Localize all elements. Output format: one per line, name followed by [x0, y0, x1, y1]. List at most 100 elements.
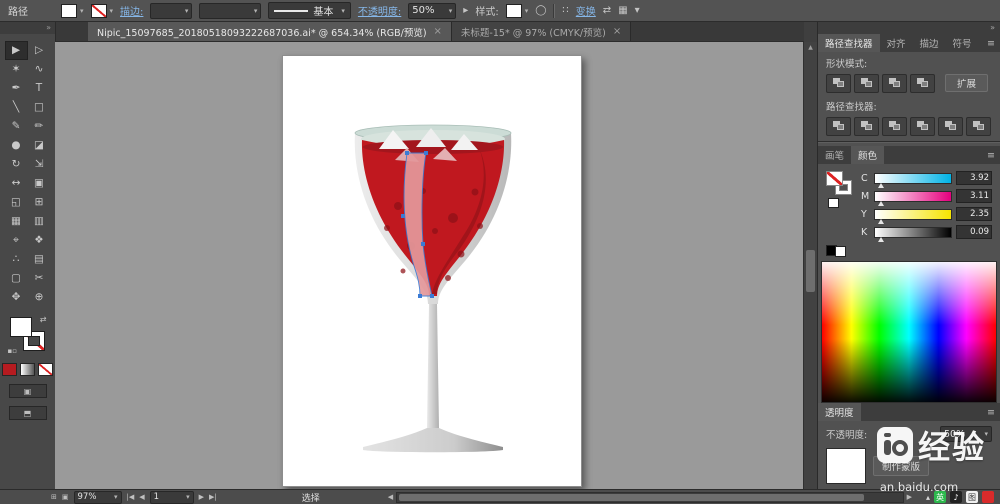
rectangle-tool[interactable]: □	[28, 98, 51, 117]
hand-tool[interactable]: ✥	[5, 288, 28, 307]
next-artboard-icon[interactable]: ▶	[199, 493, 204, 501]
shape-mode-unite[interactable]	[826, 73, 851, 93]
white-swatch[interactable]	[835, 246, 846, 257]
symbol-sprayer-tool[interactable]: ∴	[5, 250, 28, 269]
pathfinder-trim[interactable]	[854, 116, 879, 136]
slider-knob-icon[interactable]	[878, 182, 884, 188]
panel-menu-icon[interactable]: ▾	[635, 5, 640, 16]
blend-tool[interactable]: ❖	[28, 231, 51, 250]
free-transform-tool[interactable]: ▣	[28, 174, 51, 193]
zoom-level-dropdown[interactable]: 97% ▾	[73, 490, 122, 504]
status-grid-icon[interactable]: ⊞	[51, 493, 57, 501]
recolor-artwork-icon[interactable]: ◯	[535, 5, 546, 16]
drawing-mode-button[interactable]: ▣	[8, 384, 47, 398]
document-tab-1[interactable]: Nipic_15097685_20180518093222687036.ai* …	[88, 22, 452, 41]
black-value-field[interactable]: 0.09	[956, 225, 992, 239]
artboard[interactable]	[282, 55, 582, 487]
wine-body[interactable]	[361, 140, 505, 296]
none-button[interactable]	[38, 363, 53, 376]
stroke-panel-link[interactable]: 描边:	[120, 3, 143, 18]
shape-builder-tool[interactable]: ◱	[5, 193, 28, 212]
mesh-tool[interactable]: ▦	[5, 212, 28, 231]
transform-again-icon[interactable]: ⇄	[603, 5, 611, 16]
pencil-tool[interactable]: ✏	[28, 117, 51, 136]
vertical-scrollbar-thumb[interactable]	[806, 250, 815, 292]
slider-knob-icon[interactable]	[878, 236, 884, 242]
scale-tool[interactable]: ⇲	[28, 155, 51, 174]
column-graph-tool[interactable]: ▤	[28, 250, 51, 269]
fill-swatch[interactable]	[9, 317, 32, 337]
tray-sogou-icon[interactable]: 英	[934, 491, 946, 503]
transform-panel-link[interactable]: 变换	[576, 3, 596, 18]
direct-selection-tool[interactable]: ▷	[28, 41, 51, 60]
horizontal-scrollbar[interactable]: ◀ ▶	[385, 491, 915, 503]
line-segment-tool[interactable]: ╲	[5, 98, 28, 117]
swap-fill-stroke-icon[interactable]: ⇄	[40, 315, 47, 324]
pathfinder-divide[interactable]	[826, 116, 851, 136]
slider-knob-icon[interactable]	[878, 218, 884, 224]
pathfinder-outline[interactable]	[938, 116, 963, 136]
artboard-tool[interactable]: ▢	[5, 269, 28, 288]
collapse-panels-icon[interactable]: »	[818, 22, 1000, 34]
pathfinder-crop[interactable]	[910, 116, 935, 136]
eraser-tool[interactable]: ◪	[28, 136, 51, 155]
tools-panel-header[interactable]: »	[0, 22, 55, 34]
close-icon[interactable]: ×	[434, 26, 442, 37]
shape-mode-exclude[interactable]	[910, 73, 935, 93]
cyan-slider[interactable]	[874, 172, 952, 188]
gradient-button[interactable]	[20, 363, 35, 376]
default-fill-stroke-icon[interactable]: ▪▫	[8, 347, 18, 355]
brush-definition-dropdown[interactable]: 基本 ▾	[268, 2, 351, 19]
tab-color[interactable]: 颜色	[851, 146, 885, 164]
tray-image-icon[interactable]: 图	[966, 491, 978, 503]
stroke-color-dropdown[interactable]: ▾	[90, 3, 113, 18]
grid-options-icon[interactable]: ▦	[618, 5, 627, 16]
color-fill-stroke-indicator[interactable]	[826, 171, 854, 208]
screen-mode-button[interactable]: ⬒	[8, 406, 47, 420]
opacity-panel-link[interactable]: 不透明度:	[358, 3, 401, 18]
black-slider[interactable]	[874, 226, 952, 242]
horizontal-scrollbar-track[interactable]	[396, 491, 904, 503]
scroll-up-icon[interactable]: ▲	[804, 42, 817, 53]
scroll-right-icon[interactable]: ▶	[904, 493, 915, 501]
chevron-right-icon[interactable]: ▸	[463, 5, 468, 16]
yellow-slider[interactable]	[874, 208, 952, 224]
perspective-grid-tool[interactable]: ⊞	[28, 193, 51, 212]
vertical-scrollbar[interactable]: ▲	[803, 42, 817, 490]
tab-align[interactable]: 对齐	[880, 34, 913, 52]
wine-glass-illustration[interactable]	[283, 56, 581, 486]
magenta-slider[interactable]	[874, 190, 952, 206]
last-color-swatch[interactable]	[828, 198, 839, 208]
type-tool[interactable]: T	[28, 79, 51, 98]
color-spectrum[interactable]	[821, 261, 997, 403]
horizontal-scrollbar-thumb[interactable]	[399, 493, 865, 501]
pen-tool[interactable]: ✒	[5, 79, 28, 98]
expand-button[interactable]: 扩展	[945, 74, 989, 92]
yellow-value-field[interactable]: 2.35	[956, 207, 992, 221]
tab-brushes[interactable]: 画笔	[818, 146, 851, 164]
tab-stroke[interactable]: 描边	[913, 34, 946, 52]
glass-stem[interactable]	[427, 304, 439, 428]
paintbrush-tool[interactable]: ✎	[5, 117, 28, 136]
opacity-dropdown[interactable]: 50% ▾	[408, 2, 457, 19]
artboard-number-field[interactable]: 1 ▾	[149, 490, 194, 504]
style-dropdown[interactable]: ▾	[505, 3, 528, 18]
pathfinder-merge[interactable]	[882, 116, 907, 136]
transparency-opacity-dropdown[interactable]: 50% ▾	[940, 426, 992, 442]
close-icon[interactable]: ×	[613, 26, 621, 37]
selection-tool[interactable]: ▶	[4, 41, 28, 60]
blob-brush-tool[interactable]: ●	[5, 136, 28, 155]
tab-symbols[interactable]: 符号	[946, 34, 979, 52]
rotate-tool[interactable]: ↻	[5, 155, 28, 174]
last-artboard-icon[interactable]: ▶|	[209, 493, 217, 501]
width-profile-dropdown[interactable]: ▾	[199, 2, 262, 19]
eyedropper-tool[interactable]: ⌖	[5, 231, 28, 250]
canvas-area[interactable]	[55, 42, 804, 490]
glass-foot[interactable]	[363, 428, 503, 453]
gradient-tool[interactable]: ▥	[28, 212, 51, 231]
zoom-tool[interactable]: ⊕	[28, 288, 51, 307]
first-artboard-icon[interactable]: |◀	[127, 493, 135, 501]
tray-music-icon[interactable]: ♪	[950, 491, 962, 503]
document-tab-2[interactable]: 未标题-15* @ 97% (CMYK/预览) ×	[451, 22, 632, 41]
align-options-icon[interactable]: ∷	[562, 5, 568, 16]
